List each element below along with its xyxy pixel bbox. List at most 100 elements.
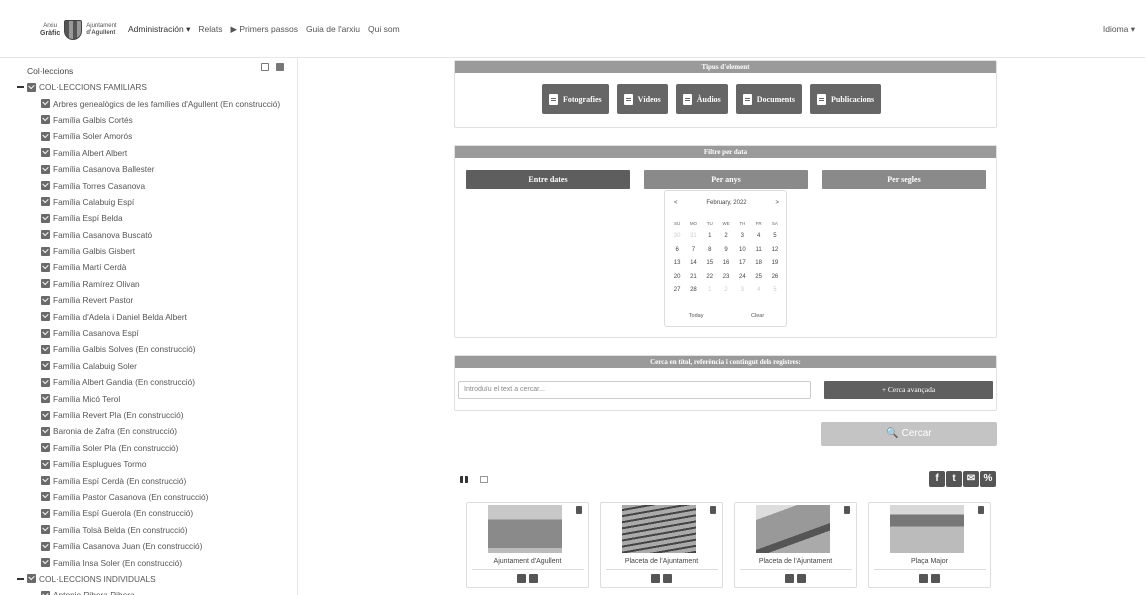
calendar-day[interactable]: 4 (750, 230, 766, 243)
calendar-day[interactable]: 8 (702, 244, 718, 257)
collection-label[interactable]: Família Calabuig Espí (53, 197, 134, 207)
clear-button[interactable]: Clear (751, 313, 764, 319)
collection-label[interactable]: Família Albert Albert (53, 148, 127, 158)
card-title[interactable]: Placeta de l'Ajuntament (735, 558, 856, 565)
calendar-day[interactable]: 12 (767, 244, 783, 257)
edit-icon[interactable] (517, 574, 526, 583)
collection-label[interactable]: Família Revert Pastor (53, 295, 133, 305)
collection-item[interactable]: Família Ramírez Olivan (27, 276, 280, 292)
list-view-icon[interactable] (480, 476, 488, 483)
collection-label[interactable]: COL·LECCIONS INDIVIDUALS (39, 574, 156, 584)
documents-button[interactable]: Documents (735, 84, 803, 114)
collection-label[interactable]: Família Espí Cerdà (En construcció) (53, 476, 186, 486)
collection-label[interactable]: Família d'Adela i Daniel Belda Albert (53, 312, 187, 322)
collection-label[interactable]: Família Martí Cerdà (53, 262, 126, 272)
checkbox[interactable] (41, 115, 50, 125)
checkbox[interactable] (41, 131, 50, 141)
calendar-day[interactable]: 7 (685, 244, 701, 257)
checkbox[interactable] (41, 476, 50, 486)
collection-label[interactable]: Família Galbis Cortés (53, 115, 133, 125)
calendar-day[interactable]: 4 (750, 284, 766, 297)
calendar-day[interactable]: 6 (669, 244, 685, 257)
collection-item[interactable]: Família Albert Albert (27, 145, 280, 161)
checkbox[interactable] (41, 328, 50, 338)
collection-label[interactable]: Família Casanova Espí (53, 328, 139, 338)
collection-item[interactable]: Família Martí Cerdà (27, 259, 280, 275)
checkbox[interactable] (41, 394, 50, 404)
collection-item[interactable]: Família Micó Terol (27, 390, 280, 406)
calendar-day[interactable]: 3 (734, 230, 750, 243)
result-card[interactable]: Placeta de l'Ajuntament (600, 502, 723, 588)
search-button[interactable]: 🔍 Cercar (821, 422, 997, 446)
checkbox[interactable] (41, 230, 50, 240)
collection-item[interactable]: Família Revert Pla (En construcció) (27, 407, 280, 423)
collection-label[interactable]: Baronia de Zafra (En construcció) (53, 426, 177, 436)
checkbox[interactable] (41, 213, 50, 223)
checkbox[interactable] (41, 164, 50, 174)
calendar-day[interactable]: 2 (718, 230, 734, 243)
thumbnail-image[interactable] (488, 505, 562, 553)
calendar-month[interactable]: February, 2022 (706, 200, 746, 206)
collection-item[interactable]: Família Torres Casanova (27, 177, 280, 193)
tab-entre-dates[interactable]: Entre dates (466, 170, 630, 189)
collection-item[interactable]: Família Espí Belda (27, 210, 280, 226)
collection-item[interactable]: Família Galbis Solves (En construcció) (27, 341, 280, 357)
calendar-day[interactable]: 27 (669, 284, 685, 297)
nav-administracion[interactable]: Administración ▾ (128, 24, 190, 35)
calendar-day[interactable]: 14 (685, 257, 701, 270)
thumbnail-image[interactable] (890, 505, 964, 553)
calendar-day[interactable]: 28 (685, 284, 701, 297)
edit-icon[interactable] (919, 574, 928, 583)
collection-item[interactable]: Família Galbis Cortés (27, 112, 280, 128)
checkbox[interactable] (41, 295, 50, 305)
checkbox[interactable] (41, 541, 50, 551)
calendar-day[interactable]: 9 (718, 244, 734, 257)
thumbnail-image[interactable] (622, 505, 696, 553)
edit-icon[interactable] (651, 574, 660, 583)
site-logo[interactable]: Arxiu Gràfic Ajuntament d'Agullent (40, 20, 117, 40)
checkbox[interactable] (41, 181, 50, 191)
collection-item[interactable]: Arbres genealògics de les famílies d'Agu… (27, 95, 280, 111)
collection-label[interactable]: Família Galbis Gisbert (53, 246, 135, 256)
collapse-icon[interactable] (17, 577, 24, 580)
checkbox[interactable] (41, 377, 50, 387)
calendar-day[interactable]: 21 (685, 271, 701, 284)
advanced-search-button[interactable]: + Cerca avançada (824, 381, 993, 399)
calendar-day[interactable]: 30 (669, 230, 685, 243)
collection-item[interactable]: Família Espí Guerola (En construcció) (27, 505, 280, 521)
calendar-day[interactable]: 26 (767, 271, 783, 284)
collection-item[interactable]: Família Soler Amorós (27, 128, 280, 144)
nav-relats[interactable]: Relats (198, 24, 222, 35)
checkbox[interactable] (41, 312, 50, 322)
calendar-day[interactable]: 20 (669, 271, 685, 284)
search-input[interactable]: Introduïu el text a cercar... (458, 381, 811, 399)
collection-label[interactable]: Família Calabuig Soler (53, 361, 137, 371)
checkbox[interactable] (41, 148, 50, 158)
language-dropdown[interactable]: Idioma ▾ (1103, 24, 1135, 35)
calendar-day[interactable]: 18 (750, 257, 766, 270)
calendar-day[interactable]: 25 (750, 271, 766, 284)
view-icon[interactable] (931, 574, 940, 583)
calendar-day[interactable]: 24 (734, 271, 750, 284)
collection-label[interactable]: Família Soler Pla (En construcció) (53, 443, 178, 453)
calendar-day[interactable]: 11 (750, 244, 766, 257)
collection-item[interactable]: Família Espí Cerdà (En construcció) (27, 472, 280, 488)
collection-label[interactable]: Família Albert Gandia (En construcció) (53, 377, 195, 387)
calendar-day[interactable]: 10 (734, 244, 750, 257)
collection-item[interactable]: Família Casanova Ballester (27, 161, 280, 177)
result-card[interactable]: Plaça Major (868, 502, 991, 588)
collection-label[interactable]: Família Tolsà Belda (En construcció) (53, 525, 188, 535)
collection-label[interactable]: Família Esplugues Tormo (53, 459, 146, 469)
thumbnail-image[interactable] (756, 505, 830, 553)
collection-label[interactable]: Antonio Ribera Ribera (53, 590, 135, 595)
card-title[interactable]: Placeta de l'Ajuntament (601, 558, 722, 565)
collection-label[interactable]: Família Ramírez Olivan (53, 279, 140, 289)
checkbox[interactable] (41, 590, 50, 595)
checkbox[interactable] (27, 82, 36, 92)
collapse-icon[interactable] (17, 86, 24, 89)
checkbox[interactable] (41, 410, 50, 420)
collection-item[interactable]: Família Tolsà Belda (En construcció) (27, 522, 280, 538)
collection-label[interactable]: Família Casanova Ballester (53, 164, 154, 174)
collection-item[interactable]: Família Esplugues Tormo (27, 456, 280, 472)
nav-qui-som[interactable]: Qui som (368, 24, 400, 35)
